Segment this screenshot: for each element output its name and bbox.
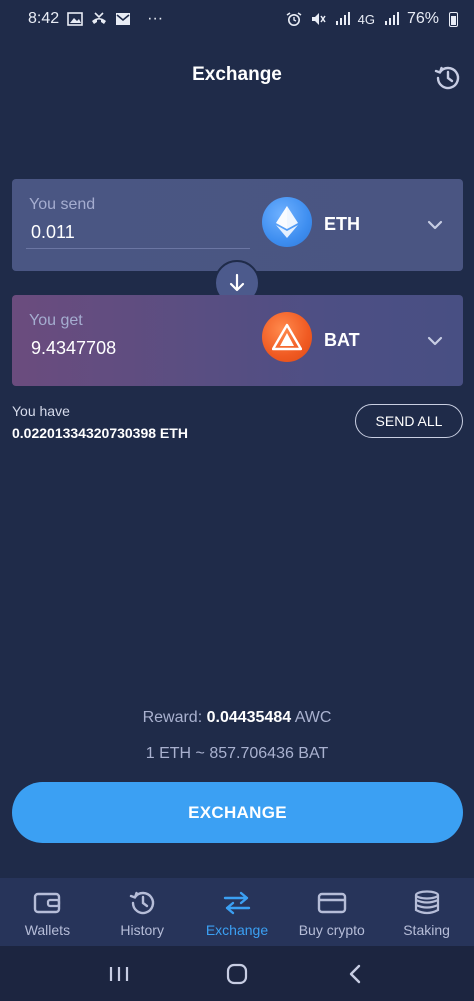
back-button[interactable] [335,959,375,989]
mail-notification-icon [116,13,131,25]
coins-stack-icon [414,890,439,915]
get-amount-value[interactable]: 9.4347708 [31,338,116,359]
home-button[interactable] [217,959,257,989]
arrow-down-icon [229,273,245,292]
balance-value: 0.02201334320730398 ETH [12,425,188,441]
get-card: You get 9.4347708 BAT [12,295,463,386]
page-title: Exchange [192,64,282,85]
wallet-icon [34,892,61,914]
mute-icon [311,13,326,25]
tab-wallets-label: Wallets [24,922,71,938]
history-icon [434,66,460,90]
send-all-button[interactable]: SEND ALL [355,404,463,438]
tab-wallets[interactable]: Wallets [0,890,94,938]
home-icon [226,963,248,984]
send-amount-input[interactable]: 0.011 [31,222,75,243]
bat-icon [262,312,312,362]
bottom-tab-bar: Wallets History Exchange Buy crypto Stak… [0,878,474,946]
credit-card-icon [317,892,346,914]
alarm-icon [286,12,302,26]
balance-label: You have [12,403,70,419]
reward-label: Reward: [142,709,203,726]
exchange-arrows-icon [223,891,251,915]
status-bar: 8:42 ··· 4G 76% [0,0,474,38]
send-label: You send [29,196,96,213]
tab-exchange-label: Exchange [205,922,269,938]
battery-percent: 76% [406,10,439,27]
get-label: You get [29,312,83,329]
send-coin-name[interactable]: ETH [324,214,360,235]
reward-unit: AWC [294,709,332,726]
tab-history[interactable]: History [95,890,189,938]
reward-line: Reward: 0.04435484 AWC [0,709,474,727]
missed-call-icon [92,12,107,24]
tab-buy-crypto[interactable]: Buy crypto [285,890,379,938]
send-input-underline [26,248,250,249]
send-coin-chevron-down-icon[interactable] [424,214,446,236]
status-time: 8:42 [28,10,60,27]
history-button[interactable] [432,62,464,94]
reward-amount: 0.04435484 [206,709,292,726]
exchange-button[interactable]: EXCHANGE [12,782,463,843]
get-coin-chevron-down-icon[interactable] [424,330,446,352]
recent-apps-button[interactable] [99,959,139,989]
tab-exchange[interactable]: Exchange [190,890,284,938]
tab-staking[interactable]: Staking [380,890,474,938]
exchange-rate: 1 ETH ~ 857.706436 BAT [145,745,329,762]
image-notification-icon [67,12,83,26]
signal-icon [335,12,350,25]
recent-apps-icon [109,966,129,981]
history-icon [129,891,155,915]
system-navigation-bar [0,946,474,1001]
get-coin-name[interactable]: BAT [324,330,360,351]
battery-icon [449,11,458,27]
ethereum-icon [262,197,312,247]
network-type: 4G [357,11,375,27]
send-card: You send 0.011 ETH [12,179,463,271]
signal-strength-icon [384,12,399,25]
tab-buy-crypto-label: Buy crypto [298,922,365,938]
back-icon [349,964,361,983]
tab-history-label: History [120,922,164,938]
tab-staking-label: Staking [403,922,450,938]
more-notifications: ··· [147,10,164,27]
